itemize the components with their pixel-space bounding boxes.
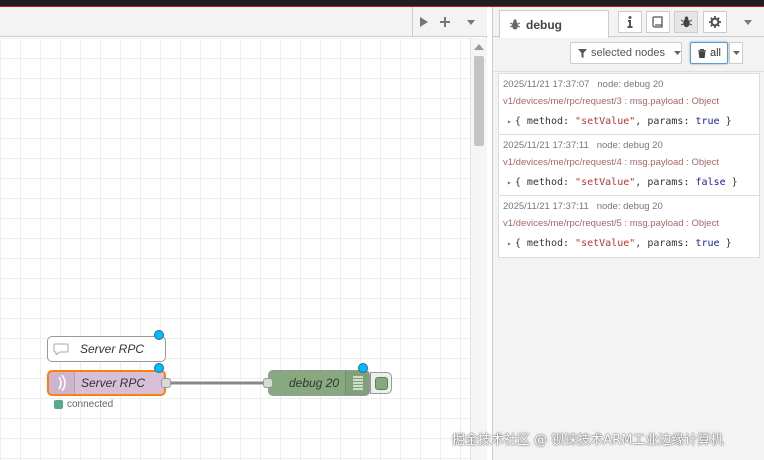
debug-toggle-icon	[374, 376, 388, 390]
payload-value: "setValue"	[575, 116, 636, 127]
payload-value: "setValue"	[575, 177, 636, 188]
expand-caret-icon[interactable]: ▸	[507, 239, 512, 248]
message-meta: 2025/11/21 17:37:11 node: debug 20	[503, 140, 755, 152]
node-label: Server RPC	[80, 342, 145, 356]
caret-down-icon	[732, 51, 740, 55]
wave-icon	[57, 375, 66, 391]
bug-icon	[680, 16, 692, 28]
debug-tab-button[interactable]	[674, 11, 698, 33]
message-meta: 2025/11/21 17:37:11 node: debug 20	[503, 201, 755, 213]
message-topic: v1/devices/me/rpc/request/5 : msg.payloa…	[503, 218, 719, 229]
caret-down-icon	[467, 19, 475, 25]
node-icon-area	[48, 337, 74, 361]
clear-all-button[interactable]: all	[690, 42, 728, 64]
gear-icon	[709, 16, 721, 28]
message-topic: v1/devices/me/rpc/request/3 : msg.payloa…	[503, 96, 719, 107]
clear-label: all	[710, 47, 722, 59]
message-payload[interactable]: ▸{ method: "setValue", params: true }	[503, 116, 755, 128]
tab-label: debug	[526, 17, 562, 32]
node-server-rpc-comment[interactable]: Server RPC	[47, 336, 166, 362]
node-label: Server RPC	[81, 376, 146, 390]
expand-caret-icon[interactable]: ▸	[507, 117, 512, 126]
message-timestamp: 2025/11/21 17:37:11	[503, 140, 589, 151]
message-topic: v1/devices/me/rpc/request/4 : msg.payloa…	[503, 157, 719, 168]
plus-icon	[440, 17, 450, 27]
canvas-vertical-scrollbar[interactable]	[470, 38, 487, 460]
node-changed-indicator	[154, 330, 164, 340]
message-payload[interactable]: ▸{ method: "setValue", params: false }	[503, 177, 755, 189]
message-node[interactable]: node: debug 20	[597, 140, 663, 151]
payload-key: method	[526, 238, 563, 249]
watermark: 掘金技术社区 @ 钡铼技术ARM工业边缘计算机	[452, 433, 724, 448]
payload-key: params	[647, 116, 684, 127]
flow-workspace: Server RPC Server RPC connected debug 20	[0, 7, 487, 460]
payload-value: true	[695, 238, 720, 249]
play-icon	[420, 17, 428, 27]
config-tab-button[interactable]	[703, 11, 727, 33]
debug-toolbar: selected nodes all	[493, 38, 764, 72]
filter-icon	[578, 48, 587, 58]
node-changed-indicator	[154, 363, 164, 373]
message-node[interactable]: node: debug 20	[597, 79, 663, 90]
sidebar-tab-bar: debug	[493, 7, 764, 38]
sidebar-menu-button[interactable]	[736, 7, 760, 37]
node-label: debug 20	[289, 376, 340, 390]
debug-message-list[interactable]: 2025/11/21 17:37:07 node: debug 20 v1/de…	[498, 73, 760, 258]
node-server-rpc-in[interactable]: Server RPC	[47, 370, 166, 396]
list-icon	[352, 376, 363, 390]
trash-icon	[698, 48, 706, 58]
expand-caret-icon[interactable]: ▸	[507, 178, 512, 187]
payload-value: true	[695, 116, 720, 127]
node-output-port[interactable]	[161, 378, 171, 388]
help-tab-button[interactable]	[646, 11, 670, 33]
message-payload[interactable]: ▸{ method: "setValue", params: true }	[503, 238, 755, 250]
debug-toggle-button[interactable]	[370, 372, 392, 394]
message-timestamp: 2025/11/21 17:37:07	[503, 79, 590, 90]
node-debug-20[interactable]: debug 20	[268, 370, 370, 396]
tab-debug[interactable]: debug	[499, 10, 609, 38]
debug-message[interactable]: 2025/11/21 17:37:11 node: debug 20 v1/de…	[499, 196, 759, 257]
flow-canvas[interactable]: Server RPC Server RPC connected debug 20	[0, 38, 470, 460]
payload-value: false	[695, 177, 726, 188]
filter-selected-nodes-button[interactable]: selected nodes	[570, 42, 682, 64]
payload-key: params	[647, 238, 684, 249]
payload-key: method	[526, 116, 563, 127]
info-icon	[627, 16, 633, 28]
node-icon-area	[345, 371, 369, 395]
comment-icon	[53, 343, 69, 355]
payload-key: method	[526, 177, 563, 188]
scroll-thumb[interactable]	[474, 56, 484, 146]
message-timestamp: 2025/11/21 17:37:11	[503, 201, 589, 212]
payload-key: params	[647, 177, 684, 188]
caret-down-icon	[674, 51, 681, 55]
debug-message[interactable]: 2025/11/21 17:37:07 node: debug 20 v1/de…	[499, 74, 759, 135]
wire-layer	[166, 381, 268, 385]
status-connected-icon	[54, 400, 63, 409]
node-changed-indicator	[358, 363, 368, 373]
add-flow-button[interactable]	[433, 7, 457, 37]
message-meta: 2025/11/21 17:37:07 node: debug 20	[503, 79, 755, 91]
scroll-up-arrow[interactable]	[474, 44, 484, 50]
node-status: connected	[54, 399, 113, 410]
debug-sidebar: debug selected nodes all 2025/11/21 17:3…	[492, 7, 764, 460]
status-text: connected	[67, 399, 114, 410]
caret-down-icon	[744, 19, 752, 25]
debug-message[interactable]: 2025/11/21 17:37:11 node: debug 20 v1/de…	[499, 135, 759, 196]
clear-options-button[interactable]	[729, 42, 743, 64]
payload-value: "setValue"	[575, 238, 636, 249]
workspace-tab-bar	[0, 7, 487, 37]
filter-label: selected nodes	[591, 47, 665, 59]
flow-list-menu-button[interactable]	[459, 7, 483, 37]
info-tab-button[interactable]	[618, 11, 642, 33]
book-icon	[652, 16, 663, 28]
bug-icon	[510, 19, 520, 30]
node-input-port[interactable]	[263, 378, 273, 388]
node-icon-area	[49, 372, 75, 394]
message-node[interactable]: node: debug 20	[597, 201, 663, 212]
